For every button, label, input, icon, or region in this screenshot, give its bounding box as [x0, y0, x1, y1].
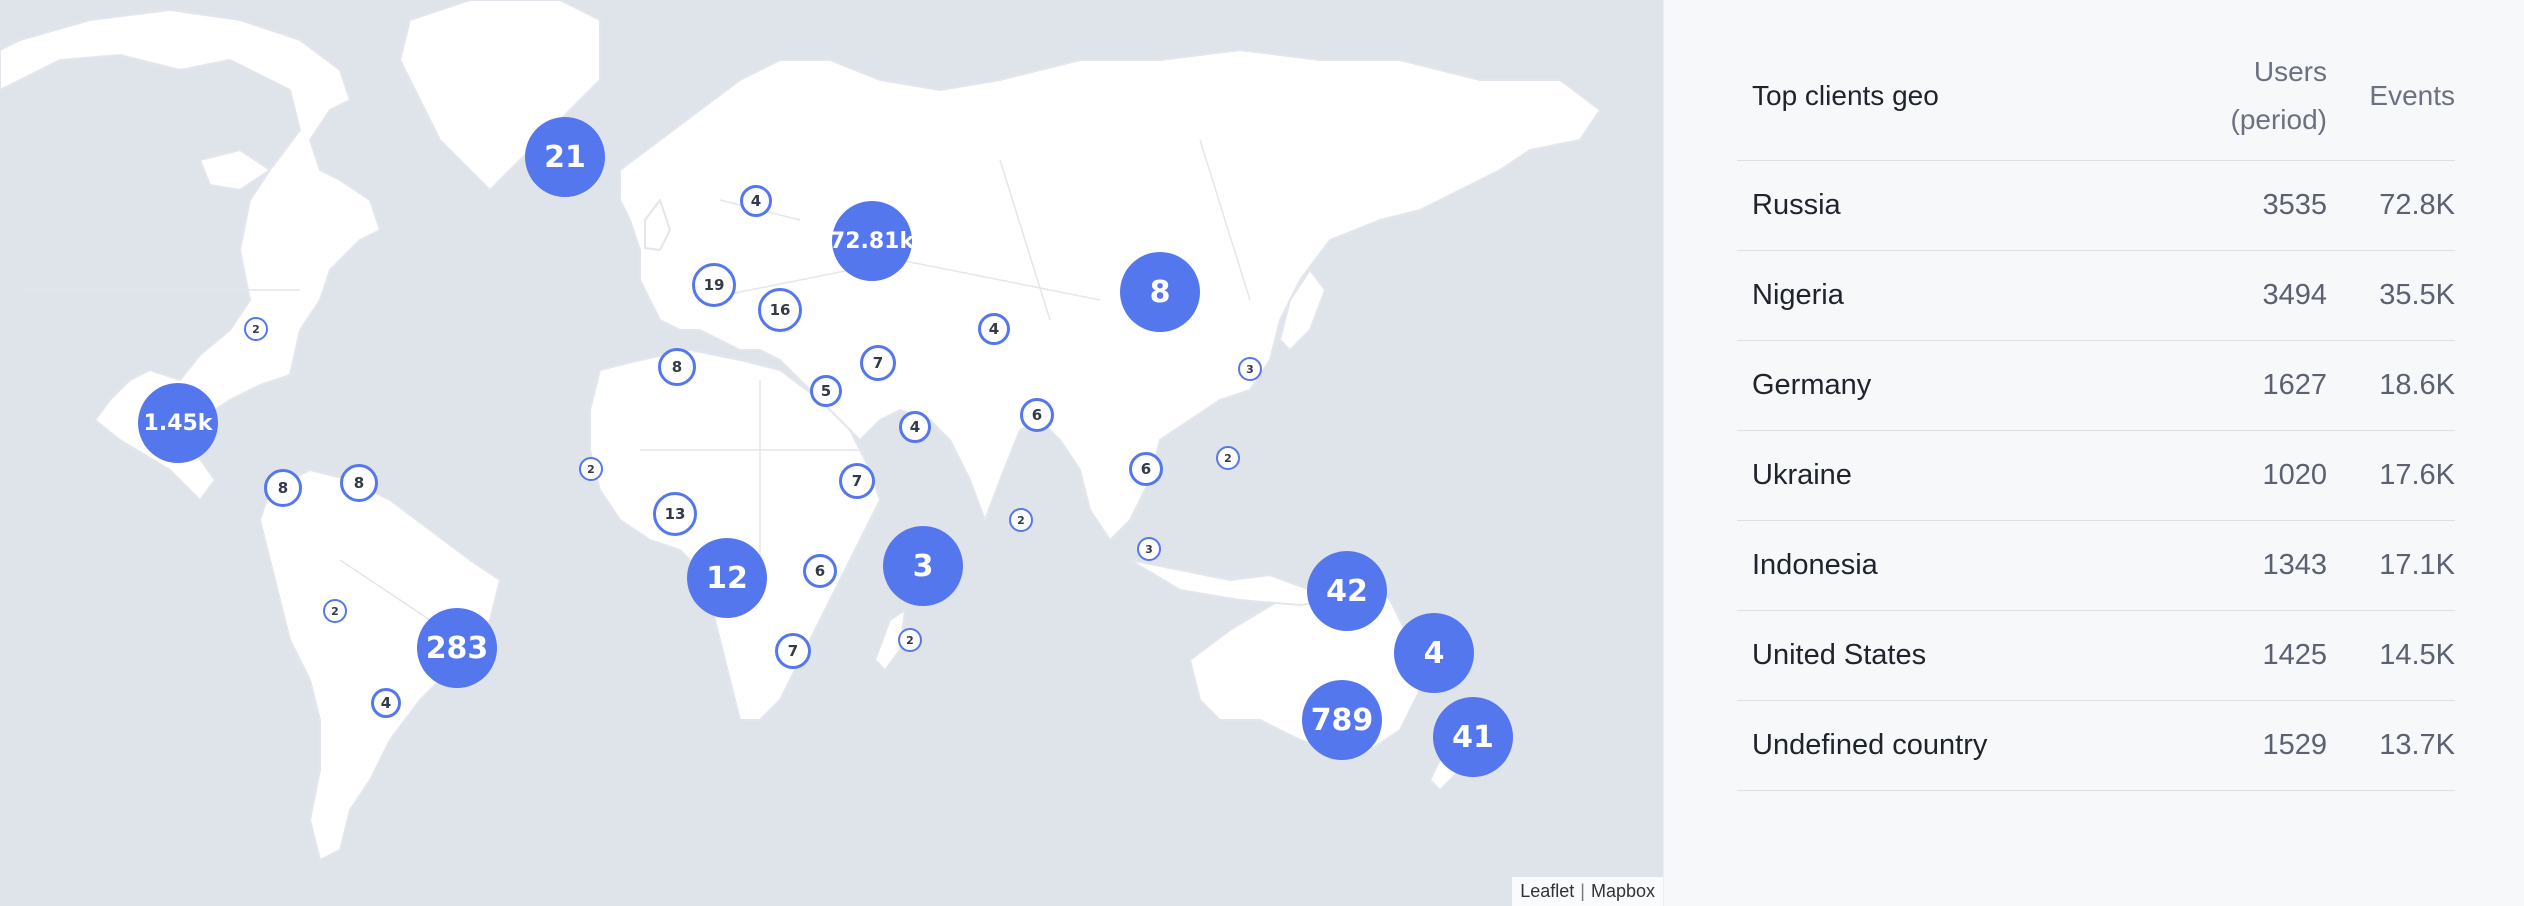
table-row[interactable]: Ukraine 1020 17.6K: [1737, 430, 2455, 521]
users-column-header[interactable]: Users (period): [2117, 40, 2327, 161]
cluster-marker[interactable]: 16: [758, 288, 802, 332]
users-cell: 1020: [2117, 430, 2327, 521]
cluster-marker[interactable]: 21: [525, 117, 605, 197]
cluster-marker[interactable]: 8: [1120, 252, 1200, 332]
attribution-separator: |: [1580, 881, 1585, 901]
cluster-marker[interactable]: 3: [883, 526, 963, 606]
cluster-marker[interactable]: 2: [898, 628, 922, 652]
cluster-marker[interactable]: 8: [658, 348, 696, 386]
events-cell: 17.1K: [2327, 520, 2455, 611]
cluster-marker[interactable]: 13: [653, 492, 697, 536]
table-row[interactable]: Indonesia 1343 17.1K: [1737, 520, 2455, 611]
cluster-marker[interactable]: 2: [323, 599, 347, 623]
cluster-marker[interactable]: 4: [899, 411, 931, 443]
events-cell: 13.7K: [2327, 700, 2455, 791]
cluster-marker[interactable]: 3: [1137, 537, 1161, 561]
cluster-marker[interactable]: 6: [1020, 398, 1054, 432]
cluster-marker[interactable]: 7: [775, 633, 811, 669]
users-cell: 1343: [2117, 520, 2327, 611]
map-attribution: Leaflet | Mapbox: [1512, 877, 1663, 906]
users-cell: 3494: [2117, 250, 2327, 341]
table-header-row: Top clients geo Users (period) Events: [1737, 40, 2455, 161]
users-cell: 1627: [2117, 340, 2327, 431]
cluster-marker[interactable]: 6: [803, 554, 837, 588]
country-cell: Ukraine: [1737, 430, 2117, 521]
cluster-marker[interactable]: 3: [1238, 357, 1262, 381]
users-cell: 1425: [2117, 610, 2327, 701]
cluster-marker[interactable]: 283: [417, 608, 497, 688]
country-cell: Undefined country: [1737, 700, 2117, 791]
country-cell: Nigeria: [1737, 250, 2117, 341]
users-cell: 3535: [2117, 160, 2327, 251]
events-column-header[interactable]: Events: [2327, 40, 2455, 161]
users-cell: 1529: [2117, 700, 2327, 791]
country-cell: Germany: [1737, 340, 2117, 431]
country-cell: Indonesia: [1737, 520, 2117, 611]
table-title: Top clients geo: [1737, 40, 2117, 161]
top-clients-geo-table: Top clients geo Users (period) Events Rus…: [1737, 40, 2455, 791]
geo-panel: Top clients geo Users (period) Events Rus…: [1663, 0, 2524, 906]
cluster-marker[interactable]: 7: [839, 463, 875, 499]
cluster-marker[interactable]: 8: [340, 464, 378, 502]
mapbox-link[interactable]: Mapbox: [1591, 881, 1655, 901]
cluster-marker[interactable]: 4: [978, 313, 1010, 345]
country-cell: Russia: [1737, 160, 2117, 251]
cluster-marker[interactable]: 42: [1307, 551, 1387, 631]
cluster-marker[interactable]: 4: [740, 185, 772, 217]
cluster-marker[interactable]: 7: [860, 345, 896, 381]
table-row[interactable]: Nigeria 3494 35.5K: [1737, 250, 2455, 341]
users-header-line2: (period): [2230, 104, 2327, 135]
cluster-marker[interactable]: 2: [1009, 508, 1033, 532]
table-row[interactable]: United States 1425 14.5K: [1737, 610, 2455, 701]
cluster-marker[interactable]: 2: [244, 317, 268, 341]
cluster-marker[interactable]: 72.81k: [830, 201, 914, 281]
events-cell: 18.6K: [2327, 340, 2455, 431]
cluster-marker[interactable]: 8: [264, 469, 302, 507]
cluster-marker[interactable]: 4: [1394, 613, 1474, 693]
cluster-marker[interactable]: 4: [371, 688, 401, 718]
table-row[interactable]: Germany 1627 18.6K: [1737, 340, 2455, 431]
cluster-marker[interactable]: 12: [687, 538, 767, 618]
table-row[interactable]: Russia 3535 72.8K: [1737, 160, 2455, 251]
cluster-marker[interactable]: 2: [579, 457, 603, 481]
world-map[interactable]: 21 72.81k 8 1.45k 283 12 3 42 4 789 41 4 19 16 2 8 7 5 4 4 6…: [0, 0, 1663, 906]
events-cell: 35.5K: [2327, 250, 2455, 341]
cluster-marker[interactable]: 789: [1302, 680, 1382, 760]
land-masses: [0, 0, 1601, 861]
leaflet-link[interactable]: Leaflet: [1520, 881, 1574, 901]
events-cell: 17.6K: [2327, 430, 2455, 521]
table-row[interactable]: Undefined country 1529 13.7K: [1737, 700, 2455, 791]
cluster-marker[interactable]: 5: [810, 375, 842, 407]
users-header-line1: Users: [2253, 56, 2327, 87]
cluster-marker[interactable]: 1.45k: [138, 383, 218, 463]
events-cell: 72.8K: [2327, 160, 2455, 251]
cluster-marker[interactable]: 2: [1216, 446, 1240, 470]
cluster-marker[interactable]: 41: [1433, 697, 1513, 777]
cluster-marker[interactable]: 19: [692, 263, 736, 307]
country-cell: United States: [1737, 610, 2117, 701]
events-cell: 14.5K: [2327, 610, 2455, 701]
cluster-marker[interactable]: 6: [1129, 452, 1163, 486]
